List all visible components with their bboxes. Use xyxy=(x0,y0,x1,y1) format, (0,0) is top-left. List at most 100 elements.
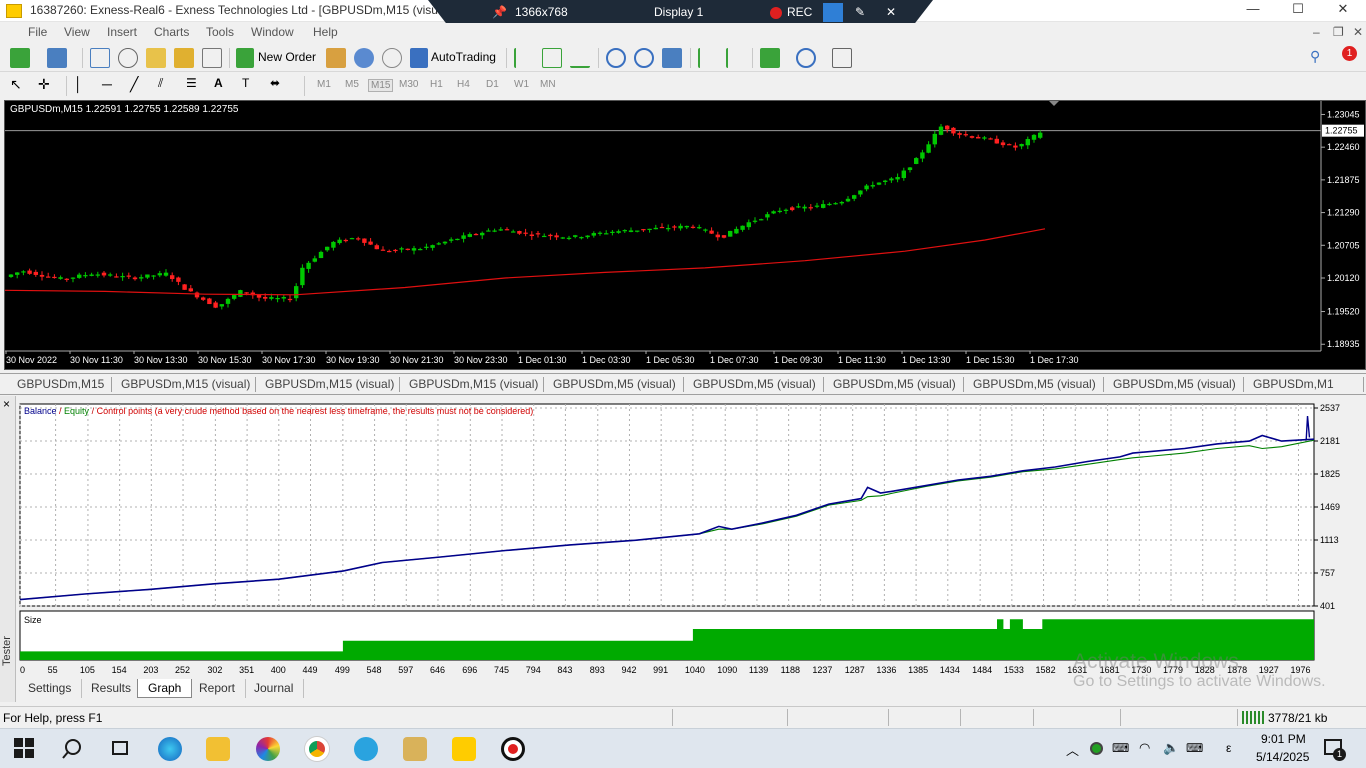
chart-tab[interactable]: GBPUSDm,M15 (visual) xyxy=(265,377,394,391)
cursor-icon[interactable]: ↖ xyxy=(10,76,30,96)
line-chart-icon[interactable] xyxy=(570,48,590,68)
autotrading-button[interactable]: AutoTrading xyxy=(431,50,496,64)
terminal-icon[interactable] xyxy=(174,48,194,68)
photos-app-icon[interactable] xyxy=(256,737,280,761)
text-icon[interactable]: A xyxy=(214,76,234,96)
notifications-icon[interactable]: 1 xyxy=(1336,46,1357,68)
menu-insert[interactable]: Insert xyxy=(107,25,137,39)
minimize-button[interactable]: — xyxy=(1230,0,1276,22)
menu-tools[interactable]: Tools xyxy=(206,25,234,39)
language-input-icon[interactable]: ⌨ xyxy=(1112,741,1129,755)
price-chart-canvas[interactable]: 1.23045 1.22460 1.21875 1.21290 1.20705 1.201… xyxy=(4,101,1365,369)
mdi-restore-icon[interactable]: ❐ xyxy=(1333,25,1344,39)
menu-window[interactable]: Window xyxy=(251,25,294,39)
chrome-browser-icon[interactable] xyxy=(305,737,329,761)
close-button[interactable]: ✕ xyxy=(1320,0,1366,22)
crosshair-icon[interactable]: ✛ xyxy=(38,76,58,96)
trendline-icon[interactable]: ╱ xyxy=(130,76,150,96)
chart-tab[interactable]: GBPUSDm,M5 (visual) xyxy=(1113,377,1236,391)
vps-icon[interactable] xyxy=(382,48,402,68)
menu-file[interactable]: File xyxy=(28,25,47,39)
tab-results[interactable]: Results xyxy=(81,679,143,698)
channel-icon[interactable]: ⫽ xyxy=(158,76,178,96)
telegram-icon[interactable] xyxy=(354,737,378,761)
chart-tab[interactable]: GBPUSDm,M5 (visual) xyxy=(833,377,956,391)
templates-icon[interactable] xyxy=(832,48,852,68)
chart-tab[interactable]: GBPUSDm,M5 (visual) xyxy=(553,377,676,391)
tab-graph[interactable]: Graph xyxy=(137,679,193,698)
tray-status-icon[interactable] xyxy=(1090,742,1103,755)
signals-icon[interactable] xyxy=(354,48,374,68)
chart-tab[interactable]: GBPUSDm,M5 (visual) xyxy=(973,377,1096,391)
start-windows-icon[interactable] xyxy=(13,737,37,761)
screen-recorder-icon[interactable] xyxy=(501,737,525,761)
zoom-out-icon[interactable] xyxy=(634,48,654,68)
timeframe-m30[interactable]: M30 xyxy=(399,79,418,90)
pen-icon[interactable]: ✎ xyxy=(855,5,865,19)
rec-button[interactable]: REC xyxy=(787,5,812,19)
maximize-button[interactable]: ☐ xyxy=(1275,0,1321,22)
timeframe-mn[interactable]: MN xyxy=(540,79,556,90)
task-view-icon[interactable] xyxy=(108,737,132,761)
fibonacci-icon[interactable]: ☰ xyxy=(186,76,206,96)
mdi-minimize-icon[interactable]: – xyxy=(1313,25,1320,39)
timeframe-m15[interactable]: M15 xyxy=(368,79,394,92)
display-selector[interactable]: Display 1 xyxy=(654,5,703,19)
keyboard-icon[interactable]: ⌨ xyxy=(1186,741,1203,755)
input-language-indicator[interactable]: ε xyxy=(1226,741,1231,755)
periods-icon[interactable] xyxy=(796,48,816,68)
bar-chart-icon[interactable] xyxy=(514,48,534,68)
mdi-close-icon[interactable]: ✕ xyxy=(1353,25,1363,39)
menu-help[interactable]: Help xyxy=(313,25,338,39)
tab-report[interactable]: Report xyxy=(189,679,247,698)
chart-tab[interactable]: GBPUSDm,M1 xyxy=(1253,377,1334,391)
data-window-icon[interactable] xyxy=(118,48,138,68)
strategy-tester-icon[interactable] xyxy=(202,48,222,68)
candlestick-chart-icon[interactable] xyxy=(542,48,562,68)
new-order-button[interactable]: New Order xyxy=(258,50,316,64)
pin-icon[interactable]: 📌 xyxy=(492,5,507,19)
search-icon[interactable]: ⚲ xyxy=(1310,48,1330,68)
tab-journal[interactable]: Journal xyxy=(244,679,305,698)
zoom-in-icon[interactable] xyxy=(606,48,626,68)
timeframe-m5[interactable]: M5 xyxy=(345,79,359,90)
tab-settings[interactable]: Settings xyxy=(18,679,83,698)
metaeditor-icon[interactable] xyxy=(326,48,346,68)
clock-date[interactable]: 5/14/2025 xyxy=(1256,750,1309,764)
search-icon[interactable] xyxy=(60,737,84,761)
show-hidden-icons-chevron-icon[interactable]: ︿ xyxy=(1066,740,1079,759)
wifi-icon[interactable]: ◠ xyxy=(1139,740,1150,756)
file-explorer-icon[interactable] xyxy=(206,737,230,761)
price-chart[interactable]: 1.23045 1.22460 1.21875 1.21290 1.20705 1.201… xyxy=(4,100,1366,370)
tile-windows-icon[interactable] xyxy=(662,48,682,68)
chart-tab[interactable]: GBPUSDm,M15 (visual) xyxy=(409,377,538,391)
connection-status-icon[interactable] xyxy=(1242,711,1264,724)
arrows-icon[interactable]: ⬌ xyxy=(270,76,290,96)
profiles-icon[interactable] xyxy=(47,48,67,68)
chart-tab[interactable]: GBPUSDm,M5 (visual) xyxy=(693,377,816,391)
horizontal-line-icon[interactable]: ─ xyxy=(102,76,122,96)
timeframe-h4[interactable]: H4 xyxy=(457,79,470,90)
edge-browser-icon[interactable] xyxy=(158,737,182,761)
metatrader-taskbar-icon[interactable] xyxy=(403,737,427,761)
tester-close-icon[interactable]: × xyxy=(3,397,10,411)
chart-shift-icon[interactable] xyxy=(726,48,746,68)
disconnect-close-icon[interactable]: ✕ xyxy=(886,5,896,19)
menu-charts[interactable]: Charts xyxy=(154,25,189,39)
clock-time[interactable]: 9:01 PM xyxy=(1261,732,1306,746)
timeframe-m1[interactable]: M1 xyxy=(317,79,331,90)
volume-icon[interactable]: 🔈 xyxy=(1163,740,1179,756)
text-label-icon[interactable]: T xyxy=(242,76,262,96)
timeframe-d1[interactable]: D1 xyxy=(486,79,499,90)
vertical-line-icon[interactable]: │ xyxy=(74,76,94,96)
new-chart-icon[interactable] xyxy=(10,48,30,68)
timeframe-w1[interactable]: W1 xyxy=(514,79,529,90)
indicators-icon[interactable] xyxy=(760,48,780,68)
auto-scroll-icon[interactable] xyxy=(698,48,718,68)
navigator-icon[interactable] xyxy=(146,48,166,68)
settings-icon[interactable] xyxy=(823,3,843,22)
timeframe-h1[interactable]: H1 xyxy=(430,79,443,90)
chart-tab[interactable]: GBPUSDm,M15 (visual) xyxy=(121,377,250,391)
menu-view[interactable]: View xyxy=(64,25,90,39)
market-watch-icon[interactable] xyxy=(90,48,110,68)
